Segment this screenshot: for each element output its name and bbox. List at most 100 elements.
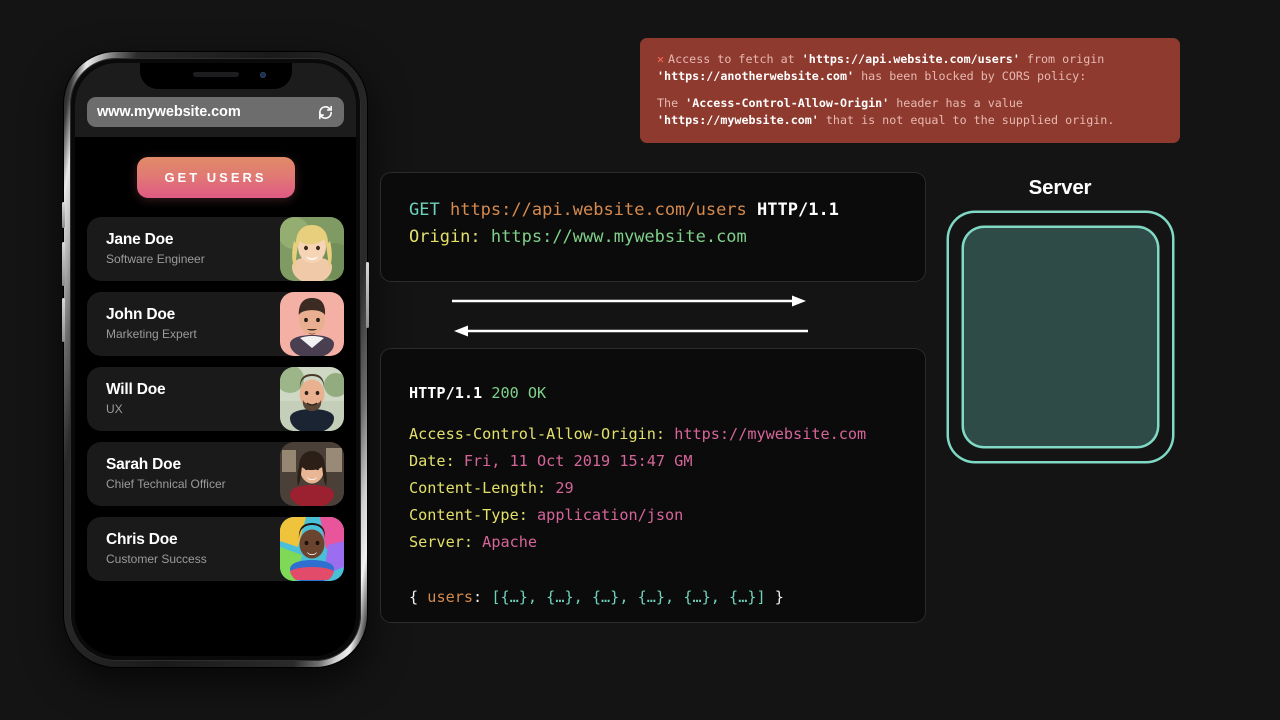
arrow-right <box>452 295 806 307</box>
phone-volume-up-button[interactable] <box>62 242 65 286</box>
response-header-row: Date: Fri, 11 Oct 2019 15:47 GM <box>409 448 926 475</box>
response-header-value: https://mywebsite.com <box>674 425 867 444</box>
response-header-row: Server: Apache <box>409 529 926 556</box>
cors-error-box: ✕ Access to fetch at 'https://api.website… <box>640 38 1180 144</box>
reload-icon[interactable] <box>317 104 334 121</box>
body-users-array: [{…}, {…}, {…}, {…}, {…}, {…}] <box>491 588 766 607</box>
avatar <box>280 292 344 356</box>
response-header-key: Date: <box>409 452 455 471</box>
response-header-value: Fri, 11 Oct 2019 15:47 GM <box>463 452 693 471</box>
phone-mute-switch[interactable] <box>62 202 65 228</box>
cors-error-line-3: The 'Access-Control-Allow-Origin' header… <box>657 95 1163 112</box>
user-role: Software Engineer <box>106 251 205 266</box>
response-header-row: Access-Control-Allow-Origin: https://myw… <box>409 421 926 448</box>
response-spacer-2 <box>409 556 926 570</box>
response-header-row: Content-Type: application/json <box>409 502 926 529</box>
avatar <box>280 442 344 506</box>
server-box-inner <box>963 228 1157 446</box>
server-box <box>949 213 1172 461</box>
list-item[interactable]: Chris Doe Customer Success <box>87 517 344 581</box>
avatar <box>280 217 344 281</box>
response-status-line: HTTP/1.1 200 OK <box>409 380 926 407</box>
request-url: https://api.website.com/users <box>449 200 747 220</box>
list-item[interactable]: Sarah Doe Chief Technical Officer <box>87 442 344 506</box>
user-name: Sarah Doe <box>106 456 181 474</box>
error-x-icon: ✕ <box>657 52 665 66</box>
user-text: Will Doe UX <box>106 380 166 417</box>
cors-spacer <box>657 84 1163 95</box>
avatar <box>280 367 344 431</box>
response-header-value: Apache <box>482 533 538 552</box>
user-name: John Doe <box>106 306 176 324</box>
diagram-canvas: www.mywebsite.com GET USERS Jane Doe Sof… <box>0 0 1280 720</box>
arrow-left <box>454 325 808 337</box>
http-request-panel: GET https://api.website.com/users HTTP/1… <box>380 172 926 282</box>
body-open-brace: { <box>409 588 428 607</box>
cors-line3-b: header has a value <box>889 96 1023 111</box>
user-role: Marketing Expert <box>106 326 197 341</box>
user-text: Sarah Doe Chief Technical Officer <box>106 455 226 492</box>
request-origin-line: Origin: https://www.mywebsite.com <box>409 224 926 251</box>
cors-line3-header: 'Access-Control-Allow-Origin' <box>685 96 890 111</box>
cors-error-line-1: ✕ Access to fetch at 'https://api.website… <box>657 51 1163 68</box>
http-response-panel: HTTP/1.1 200 OK Access-Control-Allow-Ori… <box>380 348 926 623</box>
cors-line1-a: Access to fetch at <box>668 52 802 66</box>
response-header-row: Content-Length: 29 <box>409 475 926 502</box>
response-spacer-3 <box>409 570 926 584</box>
user-role: Chief Technical Officer <box>106 476 226 491</box>
get-users-button[interactable]: GET USERS <box>136 157 295 198</box>
request-origin-key: Origin: <box>409 226 481 247</box>
response-protocol: HTTP/1.1 <box>409 384 483 402</box>
url-text: www.mywebsite.com <box>97 104 241 120</box>
response-header-key: Access-Control-Allow-Origin: <box>409 425 666 444</box>
user-name: Will Doe <box>106 381 166 399</box>
response-spacer-1 <box>409 407 926 421</box>
phone-notch <box>139 63 292 89</box>
cors-line4-b: that is not equal to the supplied origin… <box>818 112 1115 127</box>
cors-line2-b: has been blocked by CORS policy: <box>854 68 1087 83</box>
arrow-group <box>440 286 820 344</box>
web-app-content: GET USERS Jane Doe Software Engineer Joh… <box>75 137 356 656</box>
request-protocol: HTTP/1.1 <box>757 200 839 220</box>
front-camera-icon <box>259 72 266 78</box>
phone-power-button[interactable] <box>366 262 369 328</box>
list-item[interactable]: Will Doe UX <box>87 367 344 431</box>
response-header-key: Content-Type: <box>409 506 528 525</box>
response-header-key: Server: <box>409 533 474 552</box>
cors-line3-a: The <box>657 96 686 111</box>
phone-screen: www.mywebsite.com GET USERS Jane Doe Sof… <box>75 63 356 656</box>
response-header-value: 29 <box>555 479 574 498</box>
response-header-value: application/json <box>537 506 684 525</box>
request-origin-value: https://www.mywebsite.com <box>490 226 747 247</box>
phone-bezel: www.mywebsite.com GET USERS Jane Doe Sof… <box>70 58 361 661</box>
response-status-code: 200 OK <box>491 384 547 402</box>
user-text: John Doe Marketing Expert <box>106 305 197 342</box>
response-header-key: Content-Length: <box>409 479 547 498</box>
user-name: Chris Doe <box>106 531 178 549</box>
cors-line1-url: 'https://api.website.com/users' <box>801 52 1020 66</box>
user-role: Customer Success <box>106 551 207 566</box>
cors-line1-b: from origin <box>1019 52 1105 66</box>
request-line: GET https://api.website.com/users HTTP/1… <box>409 197 926 224</box>
earpiece-speaker-icon <box>192 72 239 77</box>
user-text: Chris Doe Customer Success <box>106 530 207 567</box>
server-group: Server <box>940 176 1180 476</box>
cors-line2-origin: 'https://anotherwebsite.com' <box>657 68 855 83</box>
body-close-brace: } <box>765 588 784 607</box>
user-text: Jane Doe Software Engineer <box>106 230 205 267</box>
user-role: UX <box>106 401 123 416</box>
server-label: Server <box>1028 176 1092 199</box>
cors-error-line-4: 'https://mywebsite.com' that is not equa… <box>657 112 1163 129</box>
cors-line4-value: 'https://mywebsite.com' <box>657 112 819 127</box>
response-body-line: { users: [{…}, {…}, {…}, {…}, {…}, {…}] … <box>409 584 926 611</box>
list-item[interactable]: John Doe Marketing Expert <box>87 292 344 356</box>
body-key-users: users <box>427 588 474 607</box>
phone-volume-down-button[interactable] <box>62 298 65 342</box>
user-name: Jane Doe <box>106 231 174 249</box>
user-list: Jane Doe Software Engineer John Doe Mark… <box>87 217 344 581</box>
address-bar[interactable]: www.mywebsite.com <box>87 97 344 127</box>
phone-device: www.mywebsite.com GET USERS Jane Doe Sof… <box>62 52 369 667</box>
list-item[interactable]: Jane Doe Software Engineer <box>87 217 344 281</box>
body-colon: : <box>473 588 492 607</box>
request-method: GET <box>409 200 440 220</box>
